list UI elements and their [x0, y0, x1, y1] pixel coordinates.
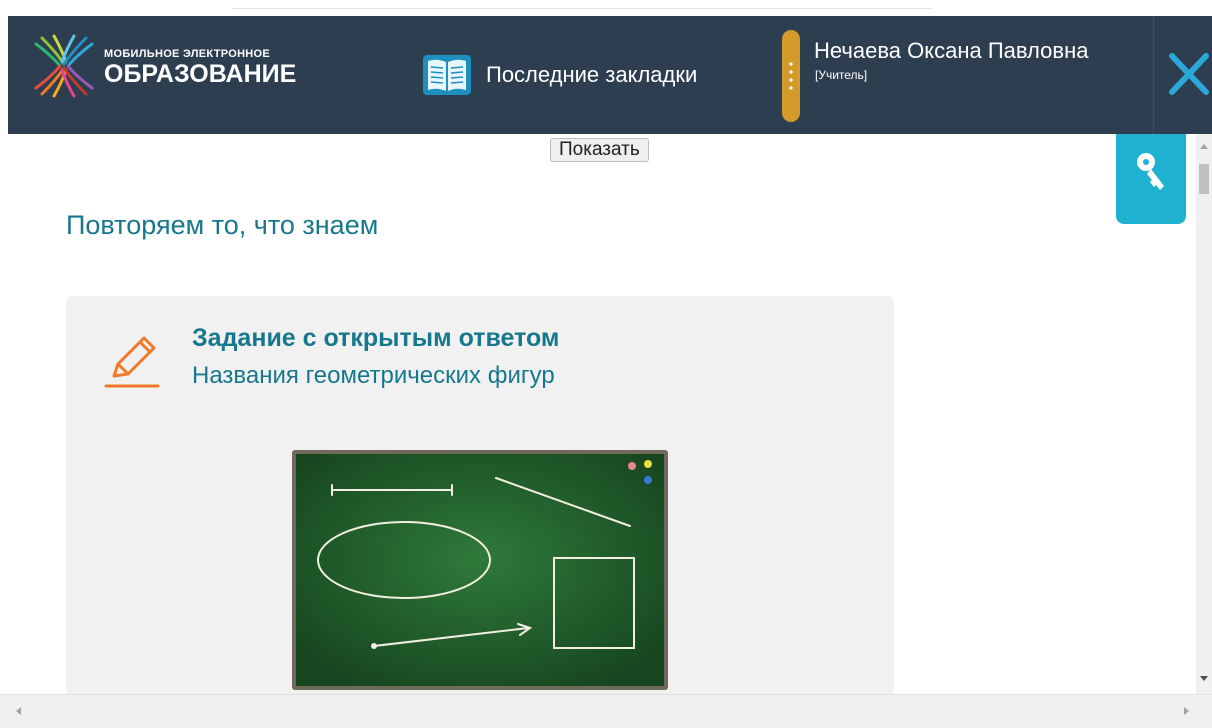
horizontal-scrollbar[interactable] [0, 694, 1212, 728]
user-role: [Учитель] [815, 68, 868, 82]
browser-top-strip [0, 0, 1212, 16]
vertical-scrollbar[interactable] [1196, 134, 1212, 694]
app-header: МОБИЛЬНОЕ ЭЛЕКТРОННОЕ ОБРАЗОВАНИЕ Послед… [8, 16, 1212, 134]
close-button[interactable] [1166, 46, 1212, 102]
open-book-icon [423, 55, 471, 95]
user-menu-handle[interactable] [782, 30, 800, 122]
task-subtitle: Названия геометрических фигур [192, 362, 555, 389]
header-divider [1153, 16, 1154, 134]
recent-bookmarks-label: Последние закладки [486, 62, 698, 87]
section-title: Повторяем то, что знаем [66, 210, 379, 240]
task-card: Задание с открытым ответом Названия геом… [66, 296, 894, 694]
scroll-up-arrow-icon[interactable] [1200, 144, 1208, 149]
address-bar-edge [232, 0, 932, 9]
scroll-thumb[interactable] [1199, 164, 1209, 194]
scroll-left-arrow-icon[interactable] [16, 707, 21, 715]
scroll-down-arrow-icon[interactable] [1200, 676, 1208, 681]
show-button[interactable]: Показать [550, 138, 649, 162]
recent-bookmarks-button[interactable]: Последние закладки [422, 50, 697, 100]
dots-icon [789, 60, 793, 90]
app-logo[interactable]: МОБИЛЬНОЕ ЭЛЕКТРОННОЕ ОБРАЗОВАНИЕ [32, 34, 332, 106]
close-x-icon [1169, 53, 1209, 95]
logo-text-small: МОБИЛЬНОЕ ЭЛЕКТРОННОЕ [104, 48, 271, 60]
task-title: Задание с открытым ответом [192, 324, 560, 352]
logo-text-big: ОБРАЗОВАНИЕ [104, 60, 297, 88]
key-button[interactable] [1116, 134, 1186, 224]
key-icon [1137, 153, 1164, 190]
pencil-icon [104, 336, 160, 388]
lesson-content: Показать Повторяем то, что знаем Задание… [8, 134, 920, 694]
logo-emblem-icon [34, 34, 94, 98]
user-name[interactable]: Нечаева Оксана Павловна [814, 38, 1088, 64]
scroll-right-arrow-icon[interactable] [1184, 707, 1189, 715]
chalkboard-illustration [292, 450, 668, 690]
